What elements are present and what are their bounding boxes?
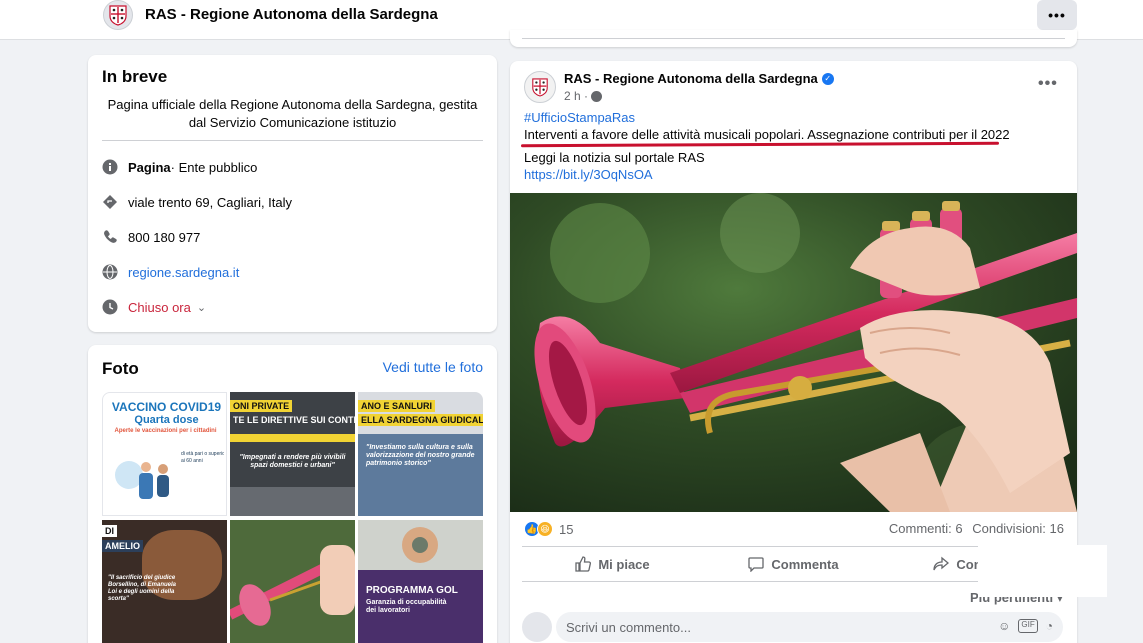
see-all-photos-link[interactable]: Vedi tutte le foto (383, 359, 483, 375)
photo-thumbnail[interactable]: VACCINO COVID19 Quarta dose Aperte le va… (102, 392, 227, 516)
page-title[interactable]: RAS - Regione Autonoma della Sardegna (145, 6, 438, 23)
info-website[interactable]: regione.sardegna.it (102, 262, 239, 282)
post-hashtag[interactable]: #UfficioStampaRas (524, 110, 635, 125)
post-read-more: Leggi la notizia sul portale RAS (524, 150, 705, 165)
info-category: Pagina · Ente pubblico (102, 157, 257, 177)
comment-icon (748, 557, 765, 572)
sticker-icon[interactable]: ◔ (1046, 619, 1053, 633)
category-label: Pagina (128, 159, 171, 175)
intro-title: In breve (102, 67, 168, 86)
post-author-name[interactable]: RAS - Regione Autonoma della Sardegna (564, 71, 818, 86)
hands-illustration (402, 527, 438, 563)
like-label: Mi piace (598, 556, 650, 572)
intro-description: Pagina ufficiale della Regione Autonoma … (107, 97, 478, 130)
engagement-counts: Commenti: 6 Condivisioni: 16 (889, 521, 1064, 536)
post-timestamp[interactable]: 2 h · (564, 89, 603, 103)
emoji-icon[interactable]: ☺ (998, 619, 1010, 633)
thumb-text: AMELIO (102, 540, 143, 552)
white-overlay-patch (978, 545, 1107, 597)
photos-title: Foto (102, 359, 139, 378)
reaction-count[interactable]: 15 (559, 522, 573, 537)
globe-icon (102, 264, 118, 280)
reactions-summary[interactable]: 👍 😆 15 (524, 521, 573, 537)
clock-icon (102, 299, 118, 315)
svg-text:di età pari o superiore: di età pari o superiore (181, 451, 224, 457)
photo-thumbnail[interactable]: ONI PRIVATE TE LE DIRETTIVE SUI CONTRIB … (230, 392, 355, 516)
info-address: viale trento 69, Cagliari, Italy (102, 192, 292, 212)
thumb-background (230, 487, 355, 516)
thumb-text: "Impegnati a rendere più vivibili spazi … (239, 454, 346, 469)
share-icon (933, 556, 950, 571)
post-link[interactable]: https://bit.ly/3OqNsOA (524, 167, 653, 182)
thumb-text: ELLA SARDEGNA GIUDICALE (358, 414, 483, 426)
post-time-text[interactable]: 2 h · (564, 89, 588, 103)
thumb-text: Aperte le vaccinazioni per i cittadini (114, 428, 217, 434)
phone-icon (102, 229, 118, 245)
divider (102, 140, 483, 141)
header-more-button[interactable]: ••• (1037, 0, 1077, 30)
post-author-avatar[interactable] (524, 71, 556, 103)
red-underline-annotation (520, 141, 1000, 148)
comment-input[interactable]: Scrivi un commento... ☺ GIF ◔ (556, 612, 1063, 642)
user-avatar[interactable] (522, 612, 552, 642)
thumb-text: Quarta dose (134, 414, 199, 426)
thumb-bar (230, 434, 355, 442)
verified-badge-icon: ✓ (821, 72, 834, 85)
post-image[interactable] (510, 193, 1077, 512)
gif-icon[interactable]: GIF (1018, 619, 1038, 633)
post-more-button[interactable]: ••• (1038, 75, 1058, 93)
thumb-text: "Il sacrificio del giudice Borsellino, d… (108, 575, 177, 602)
svg-text:ai 60 anni: ai 60 anni (181, 458, 203, 464)
haha-reaction-icon: 😆 (537, 521, 553, 537)
comment-tools: ☺ GIF ◔ (998, 619, 1053, 633)
website-link[interactable]: regione.sardegna.it (128, 265, 239, 280)
thumb-text: DI (102, 525, 117, 537)
page-logo[interactable] (103, 0, 133, 30)
hours-status[interactable]: Chiuso ora (128, 300, 191, 315)
divider (522, 38, 1065, 39)
post-author[interactable]: RAS - Regione Autonoma della Sardegna ✓ (564, 71, 834, 86)
photo-thumbnail[interactable]: ANO E SANLURI ELLA SARDEGNA GIUDICALE "I… (358, 392, 483, 516)
location-icon (102, 194, 118, 210)
chevron-down-icon[interactable]: ⌄ (197, 301, 206, 314)
thumb-text: Garanzia di occupabilità (366, 599, 447, 606)
trumpet-thumbnail (230, 520, 355, 643)
photo-thumbnail[interactable]: PROGRAMMA GOL Garanzia di occupabilità d… (358, 520, 483, 643)
comment-label: Commenta (771, 556, 839, 572)
intro-card: In breve Pagina ufficiale della Regione … (88, 55, 497, 332)
previous-post-stub (510, 30, 1077, 47)
thumb-text: dei lavoratori (366, 607, 410, 614)
vaccine-illustration: di età pari o superioreai 60 anni (115, 447, 224, 499)
thumb-text: ONI PRIVATE (230, 400, 293, 412)
thumb-text: VACCINO COVID19 (111, 400, 222, 414)
trumpet-photo (510, 193, 1077, 512)
like-button[interactable]: Mi piace (522, 549, 703, 579)
info-icon (102, 159, 118, 175)
thumb-text: TE LE DIRETTIVE SUI CONTRIB (233, 415, 355, 425)
public-globe-icon (591, 90, 603, 102)
thumb-text: PROGRAMMA GOL (366, 585, 458, 596)
post-headline: Interventi a favore delle attività music… (524, 127, 1010, 142)
comment-button[interactable]: Commenta (703, 549, 884, 579)
info-hours[interactable]: Chiuso ora ⌄ (102, 297, 206, 317)
comments-count[interactable]: Commenti: 6 (889, 521, 963, 536)
address-text: viale trento 69, Cagliari, Italy (128, 194, 293, 210)
photos-card: Foto Vedi tutte le foto VACCINO COVID19 … (88, 345, 497, 643)
shares-count[interactable]: Condivisioni: 16 (972, 521, 1064, 536)
thumb-text: "Investiamo sulla cultura e sulla valori… (366, 444, 475, 467)
thumbs-up-icon (575, 556, 592, 572)
thumb-text: ANO E SANLURI (358, 400, 436, 412)
photo-thumbnail[interactable]: DI AMELIO "Il sacrificio del giudice Bor… (102, 520, 227, 643)
info-phone: 800 180 977 (102, 227, 200, 247)
comment-placeholder: Scrivi un commento... (566, 619, 691, 635)
photo-thumbnail[interactable] (230, 520, 355, 643)
category-value: · Ente pubblico (170, 159, 258, 175)
phone-text: 800 180 977 (128, 229, 201, 245)
